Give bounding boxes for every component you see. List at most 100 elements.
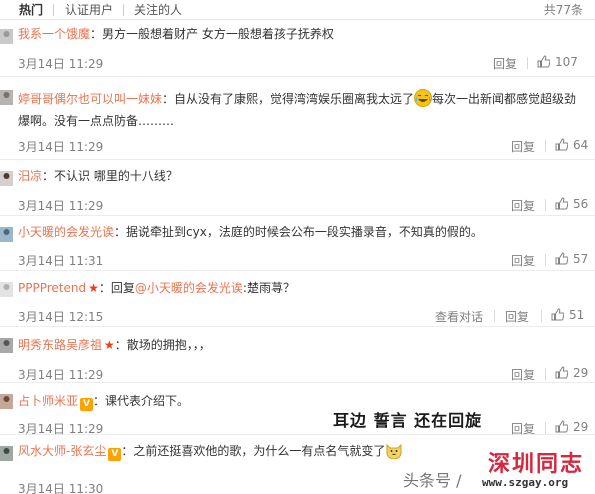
like-count: 29: [573, 366, 589, 380]
avatar[interactable]: [0, 282, 13, 297]
like-count: 57: [573, 252, 589, 266]
thumbs-up-icon: [537, 55, 551, 68]
action-divider: [545, 199, 546, 211]
comment-username[interactable]: 汨凉: [18, 169, 42, 183]
avatar[interactable]: [0, 90, 13, 105]
cat-emoji-icon: [386, 443, 402, 459]
thumbs-up-icon: [555, 197, 569, 210]
comment-username[interactable]: 婷哥哥偶尔也可以叫一妹妹: [18, 92, 162, 106]
verified-badge-icon: V: [108, 448, 122, 461]
comment-tabs: 热门 认证用户 关注的人 共77条: [0, 0, 595, 20]
star-badge-icon: ★: [88, 281, 99, 295]
reply-button[interactable]: 回复: [511, 366, 535, 383]
like-button[interactable]: 64: [555, 138, 588, 154]
comment-item: 婷哥哥偶尔也可以叫一妹妹：自从没有了康熙，觉得湾湾娱乐圈离我太远了 每次一出新闻都…: [0, 78, 595, 160]
comment-text: 占卜师米亚 V ：课代表介绍下。: [18, 390, 583, 412]
comment-username[interactable]: 我系一个饿魔: [18, 27, 90, 41]
star-badge-icon: ★: [104, 338, 115, 352]
comment-body: ：课代表介绍下。: [93, 394, 190, 408]
total-count: 共77条: [543, 3, 583, 17]
thumbs-up-icon: [551, 308, 565, 321]
like-button[interactable]: 57: [555, 252, 588, 268]
like-button[interactable]: 29: [555, 366, 588, 382]
comment-actions: 回复 64: [511, 138, 588, 155]
tab-following[interactable]: 关注的人: [134, 1, 182, 18]
comment-body: ：散场的拥抱，，，: [114, 338, 211, 352]
comment-actions: 回复 29: [511, 420, 588, 437]
reply-button[interactable]: 回复: [511, 252, 535, 269]
reply-button[interactable]: 回复: [511, 197, 535, 214]
action-divider: [527, 57, 528, 69]
comment-username[interactable]: 风水大师-张玄尘: [18, 444, 106, 458]
comment-body: ：之前还挺喜欢他的歌，为什么一有点名气就变了: [121, 444, 386, 458]
avatar[interactable]: [0, 338, 13, 353]
comment-body: ：男方一般想着财产 女方一般想着孩子抚养权: [90, 27, 334, 41]
avatar[interactable]: [0, 446, 13, 461]
comment-actions: 回复 29: [511, 366, 588, 383]
action-divider: [494, 310, 495, 322]
like-button[interactable]: 107: [537, 55, 578, 71]
comment-timestamp: 3月14日 11:30: [18, 482, 104, 494]
avatar[interactable]: [0, 171, 13, 186]
comment-item: 明秀东路吴彦祖 ★：散场的拥抱，，， 3月14日 11:29 回复 29: [0, 328, 595, 383]
tab-divider: [123, 4, 124, 16]
avatar[interactable]: [0, 29, 13, 44]
reply-button[interactable]: 回复: [493, 55, 517, 72]
like-button[interactable]: 29: [555, 420, 588, 436]
mention-link[interactable]: @小天暖的会发光诶: [135, 281, 243, 295]
comment-item: 小天暖的会发光诶：据说牵扯到cyx，法庭的时候会公布一段实播录音，不知真的假的。…: [0, 217, 595, 271]
like-button[interactable]: 56: [555, 197, 588, 213]
comment-actions: 回复 57: [511, 252, 588, 269]
comment-actions: 查看对话 回复 51: [435, 308, 584, 325]
comment-body-continued: :楚雨荨？: [242, 281, 295, 295]
video-caption-overlay: 耳边 誓言 还在回旋: [333, 411, 483, 430]
comment-timestamp: 3月14日 11:29: [18, 140, 104, 154]
comment-text: 我系一个饿魔：男方一般想着财产 女方一般想着孩子抚养权: [18, 23, 583, 45]
laughing-crying-emoji-icon: [414, 89, 433, 107]
reply-button[interactable]: 回复: [511, 420, 535, 437]
thumbs-up-icon: [555, 420, 569, 433]
action-divider: [545, 140, 546, 152]
comment-body: ：自从没有了康熙，觉得湾湾娱乐圈离我太远了: [162, 92, 415, 106]
site-watermark-url: www.szgay.org: [482, 476, 569, 489]
reply-button[interactable]: 回复: [511, 138, 535, 155]
action-divider: [545, 254, 546, 266]
avatar[interactable]: [0, 227, 13, 242]
comment-actions: 回复 107: [493, 55, 583, 71]
site-watermark-logo: 深圳同志: [488, 451, 585, 477]
action-divider: [541, 310, 542, 322]
comment-timestamp: 3月14日 11:29: [18, 57, 104, 71]
comment-body: ：回复: [98, 281, 135, 295]
tab-verified-users[interactable]: 认证用户: [65, 1, 113, 18]
comment-username[interactable]: 占卜师米亚: [18, 394, 78, 408]
comment-username[interactable]: 小天暖的会发光诶: [18, 225, 114, 239]
comment-body: ：据说牵扯到cyx，法庭的时候会公布一段实播录音，不知真的假的。: [114, 225, 483, 239]
like-button[interactable]: 51: [551, 308, 584, 324]
action-divider: [545, 368, 546, 380]
comment-item: 汨凉：不认识 哪里的十八线？ 3月14日 11:29 回复 56: [0, 161, 595, 216]
comment-text: 婷哥哥偶尔也可以叫一妹妹：自从没有了康熙，觉得湾湾娱乐圈离我太远了 每次一出新闻都…: [18, 88, 583, 132]
comment-item: PPPPretend ★：回复@小天暖的会发光诶:楚雨荨？ 3月14日 12:15…: [0, 272, 595, 327]
comment-timestamp: 3月14日 11:29: [18, 368, 104, 382]
like-count: 29: [573, 420, 589, 434]
like-count: 64: [573, 138, 589, 152]
thumbs-up-icon: [555, 252, 569, 265]
view-conversation-button[interactable]: 查看对话: [435, 308, 483, 325]
reply-button[interactable]: 回复: [505, 308, 529, 325]
comment-text: PPPPretend ★：回复@小天暖的会发光诶:楚雨荨？: [18, 277, 583, 299]
tab-hot[interactable]: 热门: [19, 1, 43, 18]
comment-body: ：不认识 哪里的十八线？: [42, 169, 178, 183]
like-count: 51: [569, 308, 585, 322]
verified-badge-icon: V: [80, 398, 94, 411]
comment-username[interactable]: PPPPretend: [18, 281, 86, 295]
action-divider: [545, 422, 546, 434]
comment-timestamp: 3月14日 11:31: [18, 254, 104, 268]
avatar[interactable]: [0, 394, 13, 409]
comment-text: 汨凉：不认识 哪里的十八线？: [18, 165, 583, 187]
thumbs-up-icon: [555, 366, 569, 379]
comment-text: 明秀东路吴彦祖 ★：散场的拥抱，，，: [18, 334, 583, 356]
toutiao-watermark: 头条号 /: [403, 471, 462, 490]
thumbs-up-icon: [555, 138, 569, 151]
like-count: 107: [555, 55, 578, 69]
comment-username[interactable]: 明秀东路吴彦祖: [18, 338, 102, 352]
